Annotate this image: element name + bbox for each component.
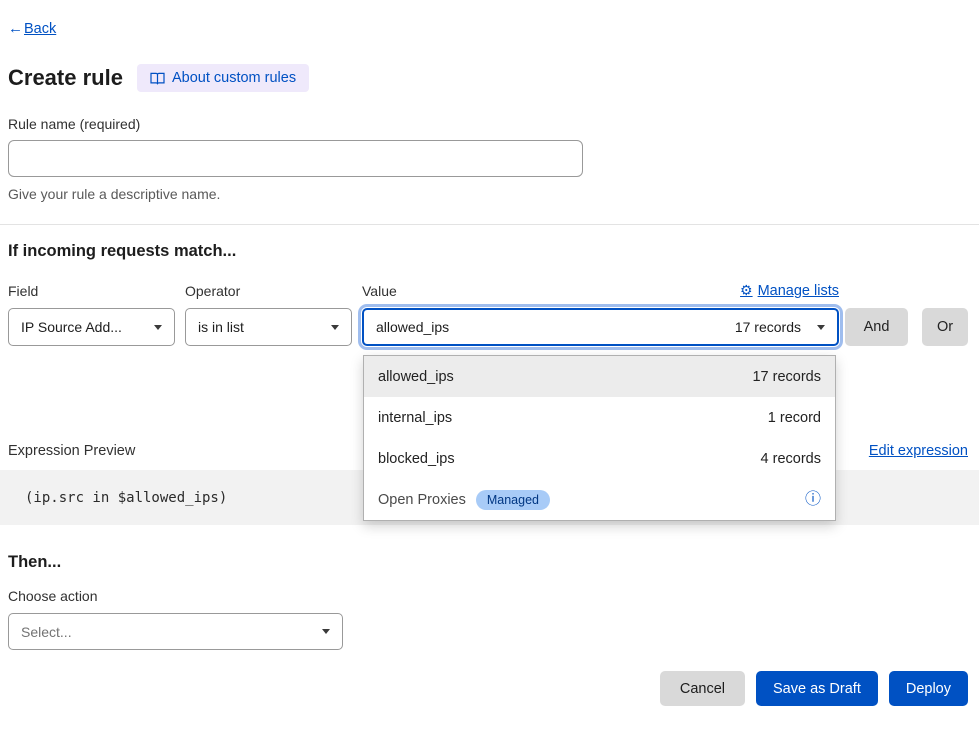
operator-select-value: is in list [198, 319, 321, 335]
page-title: Create rule [8, 65, 123, 91]
value-select-records: 17 records [735, 319, 801, 335]
back-label: Back [24, 21, 56, 37]
cancel-button[interactable]: Cancel [660, 671, 745, 706]
list-option-internal-ips[interactable]: internal_ips 1 record [364, 397, 835, 438]
chevron-down-icon [322, 629, 330, 634]
edit-expression-link[interactable]: Edit expression [869, 443, 968, 459]
field-select[interactable]: IP Source Add... [8, 308, 175, 346]
list-option-name: blocked_ips [378, 451, 455, 467]
operator-select[interactable]: is in list [185, 308, 352, 346]
list-option-left: Open Proxies Managed [378, 490, 550, 510]
list-option-detail: 4 records [761, 451, 821, 467]
footer-actions: Cancel Save as Draft Deploy [8, 671, 968, 706]
value-select-value: allowed_ips [376, 319, 735, 335]
chevron-down-icon [331, 325, 339, 330]
back-link[interactable]: ←Back [8, 20, 56, 37]
gear-icon: ⚙ [740, 282, 753, 299]
list-option-name: allowed_ips [378, 369, 454, 385]
list-option-allowed-ips[interactable]: allowed_ips 17 records [364, 356, 835, 397]
or-button[interactable]: Or [922, 308, 968, 346]
expression-preview-label: Expression Preview [8, 443, 135, 459]
action-select[interactable]: Select... [8, 613, 343, 650]
info-icon[interactable]: ⓘ [805, 492, 821, 508]
operator-label: Operator [185, 283, 352, 299]
field-select-value: IP Source Add... [21, 319, 144, 335]
rule-name-label: Rule name (required) [8, 116, 968, 132]
about-custom-rules-button[interactable]: About custom rules [137, 64, 309, 92]
value-column: Value ⚙ Manage lists allowed_ips 17 reco… [362, 282, 839, 346]
manage-lists-link[interactable]: ⚙ Manage lists [740, 282, 839, 299]
back-row: ←Back [8, 18, 968, 38]
chevron-down-icon [817, 325, 825, 330]
rule-name-helper: Give your rule a descriptive name. [8, 186, 968, 202]
value-dropdown-panel: allowed_ips 17 records internal_ips 1 re… [363, 355, 836, 521]
value-label: Value [362, 283, 397, 299]
save-as-draft-button[interactable]: Save as Draft [756, 671, 878, 706]
expression-code: (ip.src in $allowed_ips) [25, 490, 227, 506]
list-option-detail: 17 records [752, 369, 821, 385]
about-custom-rules-label: About custom rules [172, 70, 296, 86]
create-rule-page: ←Back Create rule About custom rules Rul… [0, 0, 979, 706]
choose-action-label: Choose action [8, 588, 968, 604]
list-option-name: Open Proxies [378, 492, 466, 508]
field-column: Field IP Source Add... [8, 283, 175, 346]
list-option-name: internal_ips [378, 410, 452, 426]
value-label-row: Value ⚙ Manage lists [362, 282, 839, 299]
section-divider [0, 224, 979, 225]
deploy-button[interactable]: Deploy [889, 671, 968, 706]
then-section-heading: Then... [8, 553, 968, 572]
book-icon [150, 72, 165, 85]
field-label: Field [8, 283, 175, 299]
rule-name-input[interactable] [8, 140, 583, 177]
managed-badge: Managed [476, 490, 550, 510]
operator-column: Operator is in list [185, 283, 352, 346]
action-select-placeholder: Select... [21, 624, 312, 640]
title-row: Create rule About custom rules [8, 64, 968, 92]
manage-lists-label: Manage lists [758, 283, 839, 299]
match-section-heading: If incoming requests match... [8, 242, 968, 261]
and-button[interactable]: And [845, 308, 908, 346]
list-option-blocked-ips[interactable]: blocked_ips 4 records [364, 438, 835, 479]
list-option-open-proxies[interactable]: Open Proxies Managed ⓘ [364, 479, 835, 520]
chevron-down-icon [154, 325, 162, 330]
list-option-detail: 1 record [768, 410, 821, 426]
match-condition-row: Field IP Source Add... Operator is in li… [8, 282, 968, 346]
value-select[interactable]: allowed_ips 17 records [362, 308, 839, 346]
back-arrow-icon: ← [8, 20, 23, 37]
